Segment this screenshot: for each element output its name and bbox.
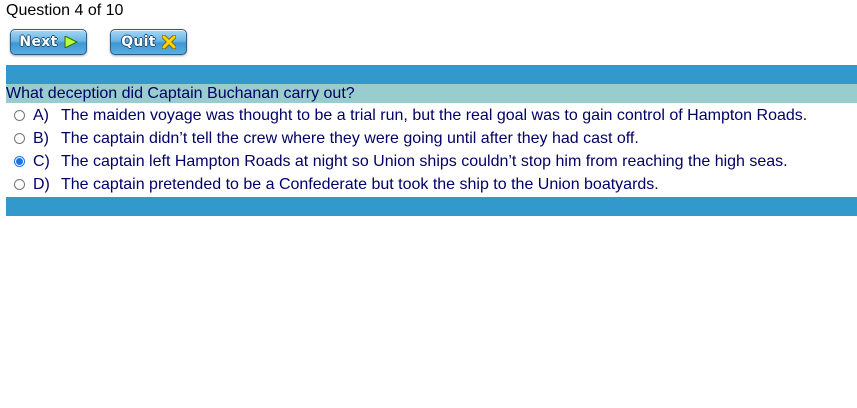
quit-button-label: Quit — [121, 34, 156, 50]
answer-text: The captain didn’t tell the crew where t… — [61, 129, 639, 147]
header-band — [6, 65, 857, 84]
next-button-label: Next — [19, 34, 58, 50]
radio-button-c[interactable] — [14, 156, 25, 167]
question-text: What deception did Captain Buchanan carr… — [6, 84, 857, 103]
radio-button-d[interactable] — [14, 179, 25, 190]
answer-text: The captain left Hampton Roads at night … — [61, 152, 788, 170]
answer-list: A) The maiden voyage was thought to be a… — [6, 104, 857, 196]
play-triangle-icon — [64, 36, 78, 48]
answer-option-b[interactable]: B) The captain didn’t tell the crew wher… — [6, 127, 857, 150]
radio-button-b[interactable] — [14, 133, 25, 144]
answer-letter: D) — [33, 175, 50, 193]
quit-button[interactable]: Quit — [110, 29, 187, 55]
answer-letter: A) — [33, 106, 49, 124]
next-button[interactable]: Next — [10, 29, 87, 55]
answer-option-d[interactable]: D) The captain pretended to be a Confede… — [6, 173, 857, 196]
answer-letter: C) — [33, 152, 50, 170]
answer-letter: B) — [33, 129, 49, 147]
x-close-icon — [161, 35, 176, 49]
answer-option-a[interactable]: A) The maiden voyage was thought to be a… — [6, 104, 857, 127]
answer-text: The maiden voyage was thought to be a tr… — [61, 106, 808, 124]
question-counter: Question 4 of 10 — [6, 2, 124, 19]
answer-option-c[interactable]: C) The captain left Hampton Roads at nig… — [6, 150, 857, 173]
answer-text: The captain pretended to be a Confederat… — [61, 175, 659, 193]
radio-button-a[interactable] — [14, 110, 25, 121]
footer-band — [6, 197, 857, 216]
